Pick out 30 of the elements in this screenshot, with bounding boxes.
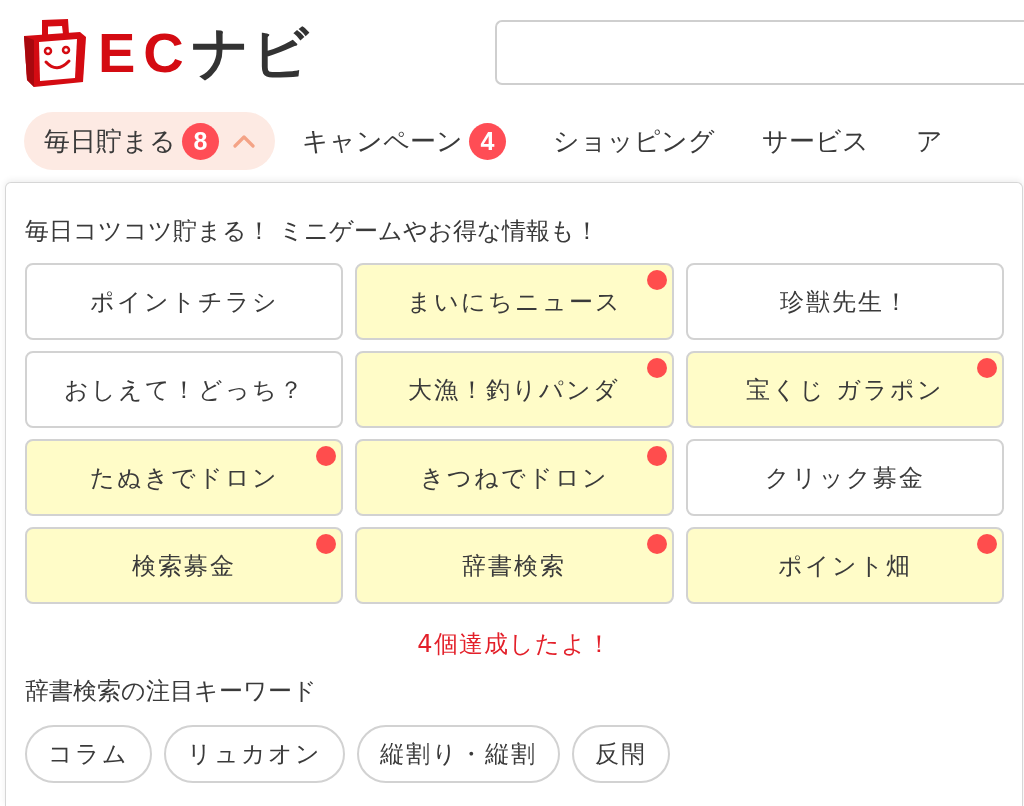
nav-tab[interactable]: 毎日貯まる 8 [24, 112, 275, 170]
game-tile[interactable]: たぬきでドロン [25, 439, 344, 516]
game-tile[interactable]: 宝くじ ガラポン [685, 351, 1004, 428]
logo-text[interactable]: ECナビ [98, 24, 312, 81]
keyword-chip[interactable]: 反閇 [572, 725, 670, 783]
nav-tab[interactable]: サービス [742, 112, 889, 170]
game-tile[interactable]: 大漁！釣りパンダ [355, 351, 674, 428]
count-badge: 4 [469, 122, 506, 160]
intro-text: 毎日コツコツ貯まる！ ミニゲームやお得な情報も！ [25, 216, 600, 247]
keyword-chip[interactable]: 縦割り・縦割 [357, 725, 560, 783]
game-tile[interactable]: きつねでドロン [355, 439, 674, 516]
game-tile[interactable]: 検索募金 [25, 527, 344, 604]
keyword-chip[interactable]: コラム [25, 725, 152, 783]
game-tile[interactable]: おしえて！どっち？ [25, 351, 344, 428]
nav-tab[interactable]: ア [896, 112, 963, 170]
keyword-chip[interactable]: リュカオン [164, 725, 345, 783]
nav-tab[interactable]: キャンペーン 4 [282, 112, 526, 170]
nav-tab[interactable]: ショッピング [533, 112, 735, 170]
chevron-up-icon [233, 134, 255, 148]
keywords-heading: 辞書検索の注目キーワード [25, 676, 317, 707]
achievement-text: 4個達成したよ！ [417, 629, 612, 660]
search-field[interactable] [495, 20, 1024, 85]
count-badge: 8 [182, 122, 219, 160]
smiling-bag-icon[interactable] [22, 17, 88, 88]
game-tile[interactable]: クリック募金 [685, 439, 1004, 516]
game-tile[interactable]: ポイントチラシ [25, 263, 344, 340]
game-tile[interactable]: まいにちニュース [355, 263, 674, 340]
game-tile[interactable]: 辞書検索 [355, 527, 674, 604]
game-tile[interactable]: 珍獣先生！ [685, 263, 1004, 340]
game-tile[interactable]: ポイント畑 [685, 527, 1004, 604]
